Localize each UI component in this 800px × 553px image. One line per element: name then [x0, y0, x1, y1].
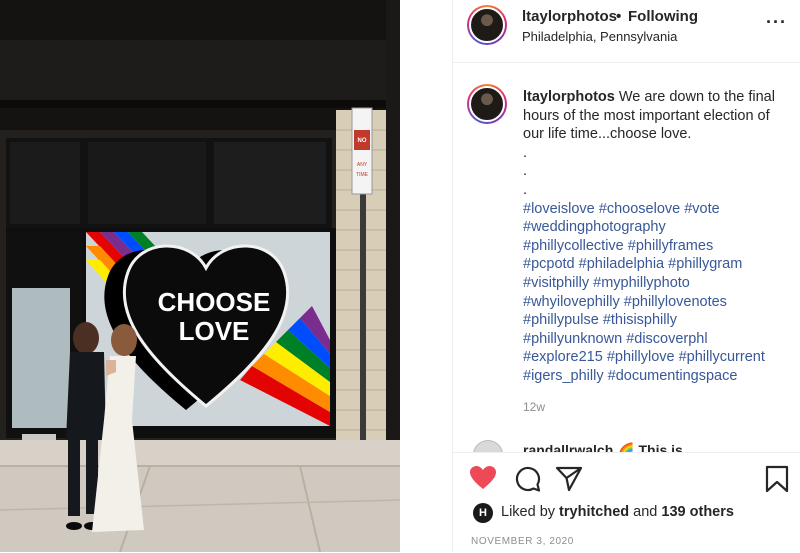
bookmark-icon[interactable] [765, 465, 789, 498]
hashtag-link[interactable]: #vote [684, 201, 719, 217]
hashtag-link[interactable]: #whyilovephilly [523, 294, 620, 310]
hashtag-link[interactable]: #visitphilly [523, 275, 589, 291]
hashtag-link[interactable]: #phillylove [607, 349, 675, 365]
sign-any-text: ANY [357, 162, 368, 168]
hashtag-link[interactable]: #loveislove [523, 201, 595, 217]
caption-dot: . [523, 181, 528, 198]
hashtag-link[interactable]: #phillyunknown [523, 331, 622, 347]
caption-dot: . [523, 163, 528, 180]
hashtag-link[interactable]: #igers_philly [523, 368, 604, 384]
next-comment-preview: randallrwalch 🌈 This is [467, 440, 787, 452]
hashtag-link[interactable]: #phillyframes [628, 238, 713, 254]
hashtag-link[interactable]: #pcpotd [523, 256, 575, 272]
next-comment-text[interactable]: randallrwalch 🌈 This is [523, 442, 683, 452]
author-avatar[interactable] [467, 5, 507, 45]
following-button[interactable]: Following [628, 8, 698, 25]
hashtag-link[interactable]: #phillypulse [523, 312, 599, 328]
post-header: ltaylorphotos • Following Philadelphia, … [453, 0, 800, 63]
post-date[interactable]: NOVEMBER 3, 2020 [471, 536, 574, 547]
liked-by-label: Liked by [501, 504, 556, 520]
share-icon[interactable] [555, 465, 583, 498]
sign-time-text: TIME [356, 172, 369, 178]
caption-author-avatar[interactable] [467, 84, 507, 124]
hashtag-link[interactable]: #phillycurrent [679, 349, 765, 365]
hashtag-link[interactable]: #chooselove [599, 201, 680, 217]
comment-icon[interactable] [513, 465, 541, 498]
others-count-link[interactable]: 139 others [661, 504, 734, 520]
hashtag-list: #loveislove #chooselove #vote #weddingph… [523, 200, 783, 386]
caption-dot: . [523, 144, 528, 161]
author-username[interactable]: ltaylorphotos [522, 8, 617, 25]
sign-no-text: NO [358, 138, 367, 144]
hashtag-link[interactable]: #phillycollective [523, 238, 624, 254]
hashtag-link[interactable]: #explore215 [523, 349, 603, 365]
post-location[interactable]: Philadelphia, Pennsylvania [522, 29, 677, 44]
caption-body: ltaylorphotos We are down to the final ho… [523, 88, 783, 386]
post-sidebar: ltaylorphotos • Following Philadelphia, … [452, 0, 800, 552]
liker-username[interactable]: tryhitched [559, 504, 629, 520]
hashtag-link[interactable]: #phillylovenotes [624, 294, 727, 310]
and-label: and [633, 504, 658, 520]
caption-dots: . . . [523, 144, 783, 200]
liker-avatar[interactable]: H [473, 503, 493, 523]
hashtag-link[interactable]: #thisisphilly [603, 312, 677, 328]
caption-username[interactable]: ltaylorphotos [523, 89, 615, 105]
post-photo[interactable]: CHOOSE LOVE NO ANY TIME [0, 0, 400, 552]
hashtag-link[interactable]: #weddingphotography [523, 219, 666, 235]
post-actions: H Liked by tryhitched and 139 others NOV… [453, 452, 800, 553]
hashtag-link[interactable]: #phillygram [668, 256, 742, 272]
heart-text-line2: LOVE [179, 316, 250, 346]
follow-separator: • [616, 8, 622, 25]
hashtag-link[interactable]: #discoverphl [626, 331, 707, 347]
hashtag-link[interactable]: #documentingspace [608, 368, 738, 384]
hashtag-link[interactable]: #myphillyphoto [593, 275, 690, 291]
heart-icon[interactable] [469, 465, 497, 496]
hashtag-link[interactable]: #philadelphia [579, 256, 664, 272]
photo-illustration: CHOOSE LOVE NO ANY TIME [0, 0, 400, 552]
commenter-avatar[interactable] [473, 440, 503, 452]
more-options-icon[interactable]: ··· [766, 12, 787, 33]
comment-time-ago[interactable]: 12w [523, 400, 545, 414]
heart-text-line1: CHOOSE [158, 287, 271, 317]
likes-summary: Liked by tryhitched and 139 others [501, 504, 734, 520]
